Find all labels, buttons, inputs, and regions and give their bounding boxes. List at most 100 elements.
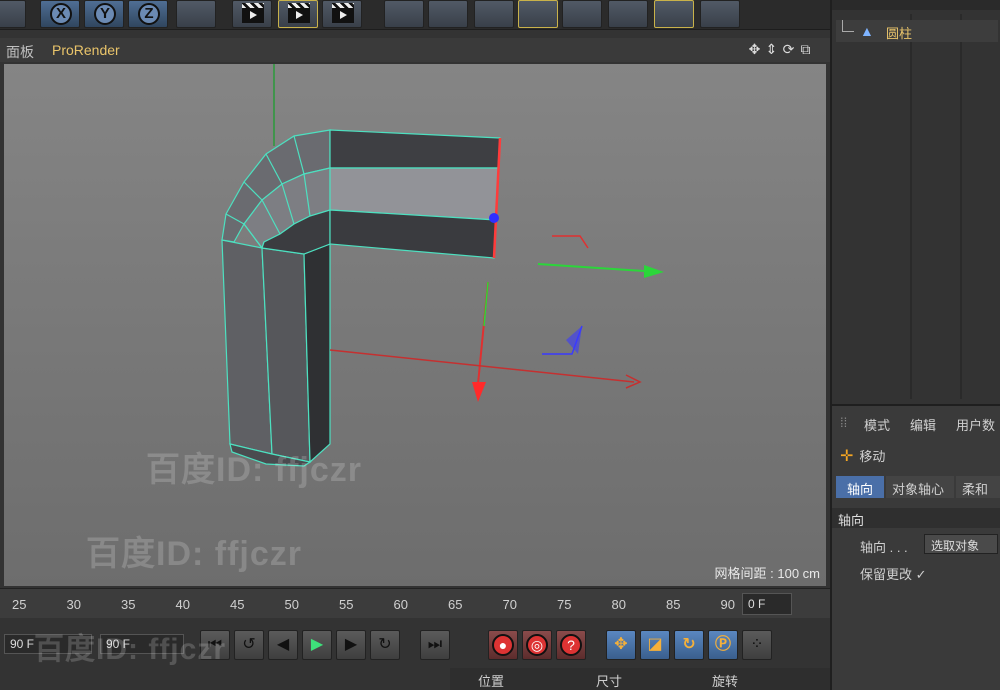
pen-button[interactable]	[428, 0, 468, 28]
cube-button[interactable]	[384, 0, 424, 28]
move-gizmo[interactable]	[329, 235, 664, 402]
key-position-button[interactable]: ✥	[606, 630, 636, 660]
goto-end-button[interactable]: ⏭	[420, 630, 450, 660]
object-manager-menu	[832, 0, 1000, 10]
tab-axis[interactable]: 轴向	[836, 476, 884, 498]
attribute-menu: ⁞⁞ 模式 编辑 用户数	[832, 412, 1000, 434]
column-divider	[960, 14, 962, 399]
floor-button[interactable]	[608, 0, 648, 28]
key-icon: ●	[492, 634, 514, 656]
edit-menu[interactable]: 编辑	[910, 415, 936, 434]
tool-name: 移动	[859, 449, 886, 464]
move-tool-icon: ✛	[840, 448, 854, 465]
bent-cylinder-object[interactable]	[221, 129, 501, 467]
next-key-button[interactable]: ↻	[370, 630, 400, 660]
light-button[interactable]	[700, 0, 740, 28]
timeline-tick-label: 45	[230, 597, 245, 612]
watermark-text: 百度ID: ffjczr	[146, 451, 362, 489]
tab-soft-selection[interactable]: 柔和	[956, 476, 1000, 498]
subdivision-button[interactable]	[474, 0, 514, 28]
active-tool-label: ✛ 移动	[840, 446, 885, 466]
key-pla-button[interactable]: ⁘	[742, 630, 772, 660]
timeline-tick-label: 70	[502, 597, 517, 612]
z-axis-icon: Z	[138, 3, 160, 25]
grip-icon: ⁞⁞	[840, 415, 848, 430]
mode-menu[interactable]: 模式	[864, 415, 890, 434]
panel-menu[interactable]: 面板	[6, 42, 34, 62]
playback-bar: 90 F 90 F ⏮ ↺ ◀ ▶ ▶ ↻ ⏭ ● ◎ ? ✥ ◪ ↻ Ⓟ ⁘ …	[0, 622, 830, 666]
timeline-tick-label: 50	[284, 597, 299, 612]
zoom-view-icon[interactable]: ⇕	[763, 41, 780, 58]
watermark-text: 百度ID: ffjczr	[34, 633, 226, 666]
timeline-tick-label: 40	[175, 597, 190, 612]
key-scale-button[interactable]: ◪	[640, 630, 670, 660]
autokey-button[interactable]: ◎	[522, 630, 552, 660]
move-arrows-icon: ✥	[614, 636, 628, 653]
keyframe-selection-button[interactable]: ?	[556, 630, 586, 660]
cylinder-object-icon: ▲	[860, 23, 874, 39]
timeline-ruler[interactable]: 0 F 25 30 35 40 45 50 55 60 65 70 75 80 85 90	[0, 588, 830, 618]
timeline-tick-label: 85	[666, 597, 681, 612]
clapper-icon	[242, 3, 264, 23]
scale-icon: ◪	[647, 636, 663, 653]
prev-frame-icon: ◀	[276, 636, 290, 653]
attribute-subtabs: 轴向 对象轴心 柔和	[836, 476, 1000, 498]
rotate-view-icon[interactable]: ⟳	[780, 41, 797, 58]
keep-changes-checkbox[interactable]: 保留更改 ✓	[860, 564, 927, 583]
timeline-tick-label: 60	[393, 597, 408, 612]
timeline-tick-label: 80	[611, 597, 626, 612]
scene-svg	[221, 64, 664, 467]
z-axis-lock-button[interactable]: Z	[128, 0, 168, 28]
next-key-icon: ↻	[378, 636, 392, 653]
next-frame-button[interactable]: ▶	[336, 630, 366, 660]
pick-object-button[interactable]: 选取对象	[924, 534, 998, 554]
camera-button[interactable]	[654, 0, 694, 28]
switch-view-icon[interactable]: ⧉	[797, 41, 814, 58]
deformer-button[interactable]	[562, 0, 602, 28]
render-settings-button[interactable]	[322, 0, 362, 28]
column-divider	[910, 14, 912, 399]
cloner-button[interactable]	[518, 0, 558, 28]
user-data-menu[interactable]: 用户数	[956, 415, 995, 434]
parameter-icon: Ⓟ	[714, 636, 731, 653]
timeline-tick-label: 65	[448, 597, 463, 612]
axis-pivot-point[interactable]	[489, 213, 499, 223]
render-to-picture-viewer-button[interactable]	[278, 0, 318, 28]
viewport-navigation: ✥ ⇕ ⟳ ⧉	[746, 41, 822, 59]
render-view-button[interactable]	[232, 0, 272, 28]
size-label: 尺寸	[596, 674, 623, 689]
y-axis-lock-button[interactable]: Y	[84, 0, 124, 28]
3d-viewport[interactable]: 百度ID: ffjczr 百度ID: ffjczr 网格间距 : 100 cm	[4, 64, 826, 586]
timeline-tick-label: 30	[66, 597, 81, 612]
toolbar-cut-button[interactable]	[0, 0, 26, 28]
move-view-icon[interactable]: ✥	[746, 41, 763, 58]
question-icon: ?	[560, 634, 582, 656]
current-frame-field[interactable]: 0 F	[742, 593, 792, 615]
play-icon: ▶	[310, 636, 324, 653]
coordinate-system-button[interactable]	[176, 0, 216, 28]
y-axis-icon: Y	[94, 3, 116, 25]
grid-spacing-label: 网格间距 : 100 cm	[714, 566, 820, 581]
next-frame-icon: ▶	[344, 636, 358, 653]
play-button[interactable]: ▶	[302, 630, 332, 660]
goto-end-icon: ⏭	[427, 636, 443, 653]
prev-key-icon: ↺	[242, 636, 256, 653]
prev-frame-button[interactable]: ◀	[268, 630, 298, 660]
object-row-cylinder[interactable]: ▲ 圆柱	[836, 20, 998, 42]
prorender-menu[interactable]: ProRender	[52, 42, 120, 58]
prev-key-button[interactable]: ↺	[234, 630, 264, 660]
key-rotation-button[interactable]: ↻	[674, 630, 704, 660]
object-name[interactable]: 圆柱	[886, 23, 912, 42]
key-parameter-button[interactable]: Ⓟ	[708, 630, 738, 660]
coordinate-manager-header: 位置 尺寸 旋转	[450, 668, 830, 690]
tree-connector	[842, 20, 854, 32]
grid-dots-icon: ⁘	[750, 636, 764, 653]
x-axis-lock-button[interactable]: X	[40, 0, 80, 28]
timeline-tick-label: 25	[12, 597, 27, 612]
position-label: 位置	[478, 674, 505, 689]
axis-section-header: 轴向	[832, 508, 1000, 528]
tab-object-axis[interactable]: 对象轴心	[886, 476, 954, 498]
record-keys-button[interactable]: ●	[488, 630, 518, 660]
rotation-label: 旋转	[712, 674, 739, 689]
main-toolbar: X Y Z	[0, 0, 830, 30]
